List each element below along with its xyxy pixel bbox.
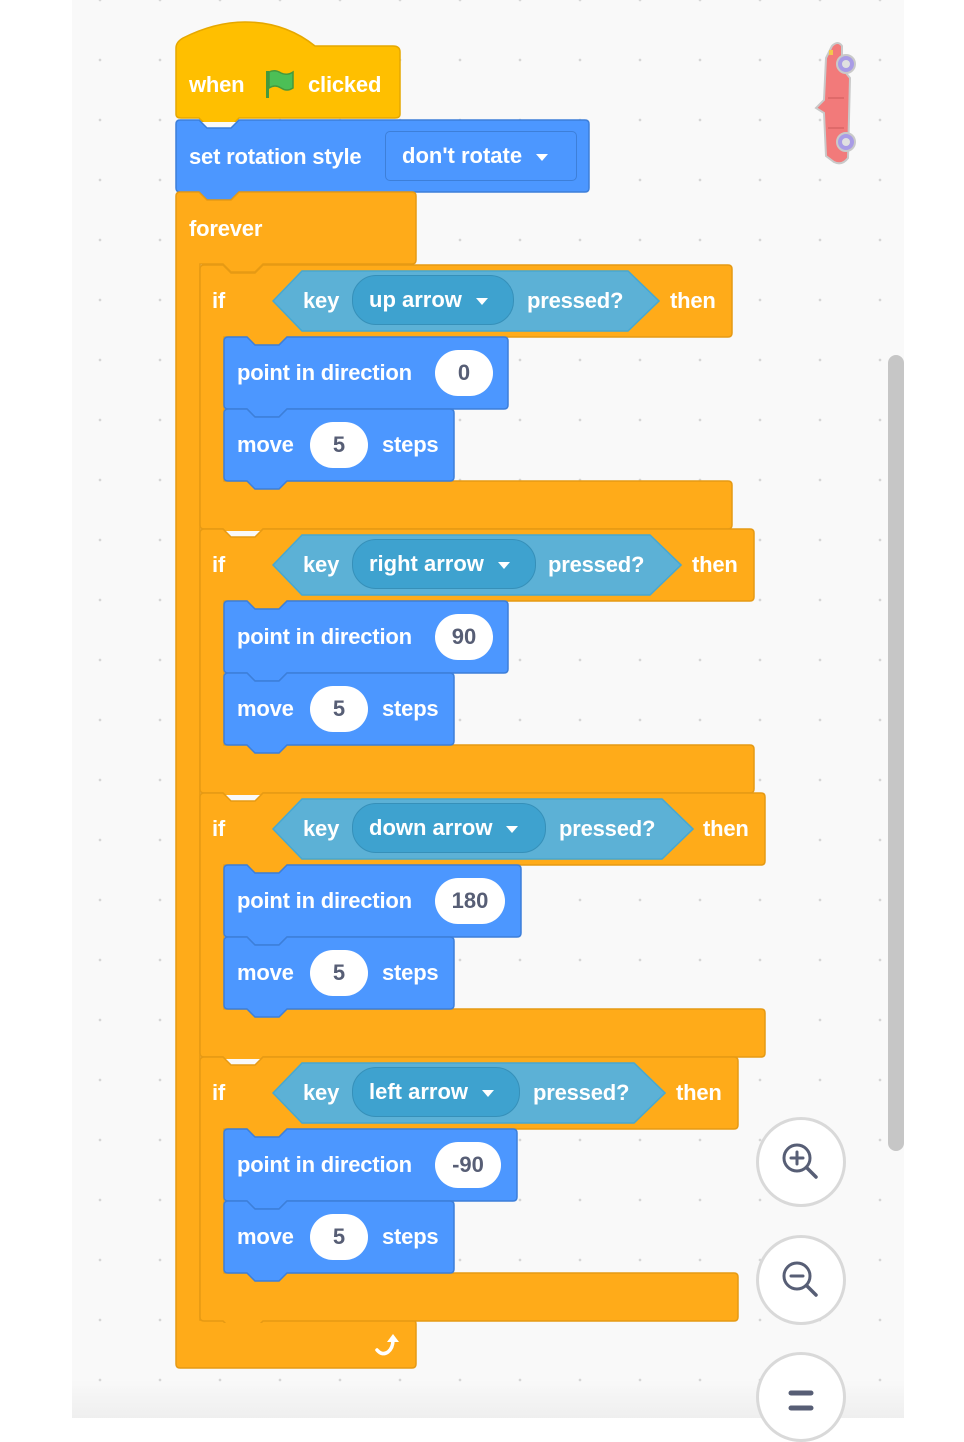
key-dropdown[interactable]: right arrow xyxy=(352,539,536,589)
vertical-scrollbar[interactable] xyxy=(888,355,904,1151)
then-label: then xyxy=(703,816,749,841)
key-dropdown[interactable]: left arrow xyxy=(352,1067,520,1117)
equals-icon xyxy=(788,1390,814,1411)
direction-input[interactable]: -90 xyxy=(435,1142,501,1188)
clicked-label: clicked xyxy=(308,72,382,97)
car-sprite-icon[interactable] xyxy=(812,38,862,168)
if-label: if xyxy=(212,1080,226,1105)
dropdown-caret-icon xyxy=(536,153,549,161)
point-in-direction-label: point in direction xyxy=(237,360,412,385)
rotation-style-dropdown[interactable]: don't rotate xyxy=(385,131,577,181)
point-in-direction-label: point in direction xyxy=(237,624,412,649)
key-label: key xyxy=(303,288,340,313)
if-label: if xyxy=(212,552,226,577)
steps-label: steps xyxy=(382,1224,439,1249)
point-in-direction-label: point in direction xyxy=(237,888,412,913)
forever-label: forever xyxy=(189,216,263,241)
steps-label: steps xyxy=(382,696,439,721)
zoom-in-icon xyxy=(782,1143,818,1179)
loop-arrow-icon xyxy=(375,1334,399,1356)
key-value: down arrow xyxy=(369,815,493,840)
zoom-in-button[interactable] xyxy=(756,1117,846,1207)
key-value: left arrow xyxy=(369,1079,469,1104)
key-label: key xyxy=(303,552,340,577)
steps-label: steps xyxy=(382,432,439,457)
set-rotation-label: set rotation style xyxy=(189,144,362,169)
green-flag-icon xyxy=(266,69,294,98)
steps-input[interactable]: 5 xyxy=(310,686,368,732)
move-label: move xyxy=(237,432,294,457)
when-label: when xyxy=(189,72,245,97)
steps-input[interactable]: 5 xyxy=(310,1214,368,1260)
if-label: if xyxy=(212,816,226,841)
dropdown-caret-icon xyxy=(506,825,519,833)
zoom-reset-button[interactable] xyxy=(756,1352,846,1442)
then-label: then xyxy=(676,1080,722,1105)
pressed-label: pressed? xyxy=(527,288,624,313)
direction-input[interactable]: 180 xyxy=(435,878,505,924)
point-in-direction-label: point in direction xyxy=(237,1152,412,1177)
steps-input[interactable]: 5 xyxy=(310,950,368,996)
key-value: right arrow xyxy=(369,551,484,576)
dropdown-caret-icon xyxy=(475,297,488,305)
steps-input[interactable]: 5 xyxy=(310,422,368,468)
zoom-out-icon xyxy=(782,1261,818,1297)
key-dropdown[interactable]: up arrow xyxy=(352,275,514,325)
dropdown-caret-icon xyxy=(482,1089,495,1097)
move-label: move xyxy=(237,696,294,721)
key-label: key xyxy=(303,1080,340,1105)
if-label: if xyxy=(212,288,226,313)
direction-input[interactable]: 90 xyxy=(435,614,493,660)
pressed-label: pressed? xyxy=(533,1080,630,1105)
move-label: move xyxy=(237,960,294,985)
zoom-out-button[interactable] xyxy=(756,1235,846,1325)
key-value: up arrow xyxy=(369,287,462,312)
key-dropdown[interactable]: down arrow xyxy=(352,803,546,853)
then-label: then xyxy=(670,288,716,313)
rotation-style-value: don't rotate xyxy=(402,143,523,168)
then-label: then xyxy=(692,552,738,577)
pressed-label: pressed? xyxy=(548,552,645,577)
key-label: key xyxy=(303,816,340,841)
dropdown-caret-icon xyxy=(497,561,510,569)
direction-input[interactable]: 0 xyxy=(435,350,493,396)
pressed-label: pressed? xyxy=(559,816,656,841)
steps-label: steps xyxy=(382,960,439,985)
move-label: move xyxy=(237,1224,294,1249)
